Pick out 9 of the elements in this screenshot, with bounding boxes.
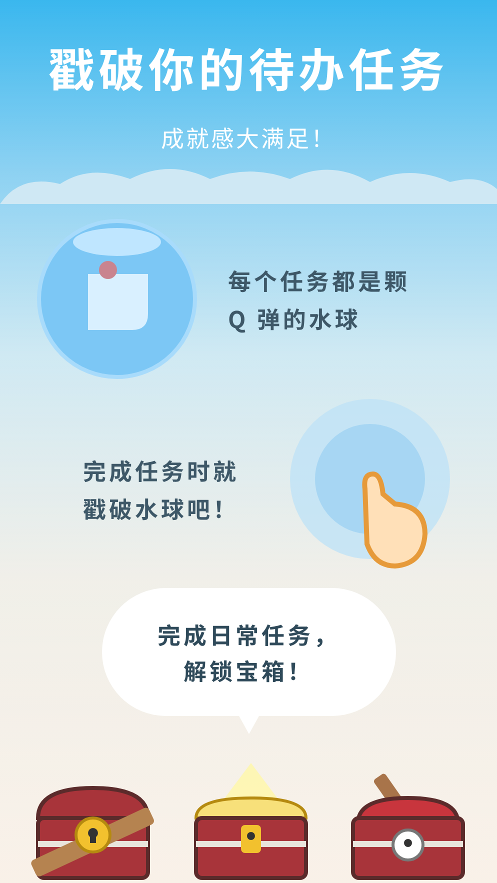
feature-text: 每个任务都是颗 [228, 265, 410, 295]
subheadline: 成就感大满足！ [160, 120, 337, 154]
speech-text: 解锁宝箱！ [184, 655, 314, 685]
speech-text: 完成日常任务， [158, 619, 340, 649]
feature-text: 完成任务时就 [83, 455, 239, 485]
feature-text: Q 弹的水球 [228, 303, 362, 333]
feature-text: 戳破水球吧！ [83, 493, 239, 523]
headline: 戳破你的待办任务 [48, 38, 450, 98]
note-bubble-icon [36, 218, 198, 380]
